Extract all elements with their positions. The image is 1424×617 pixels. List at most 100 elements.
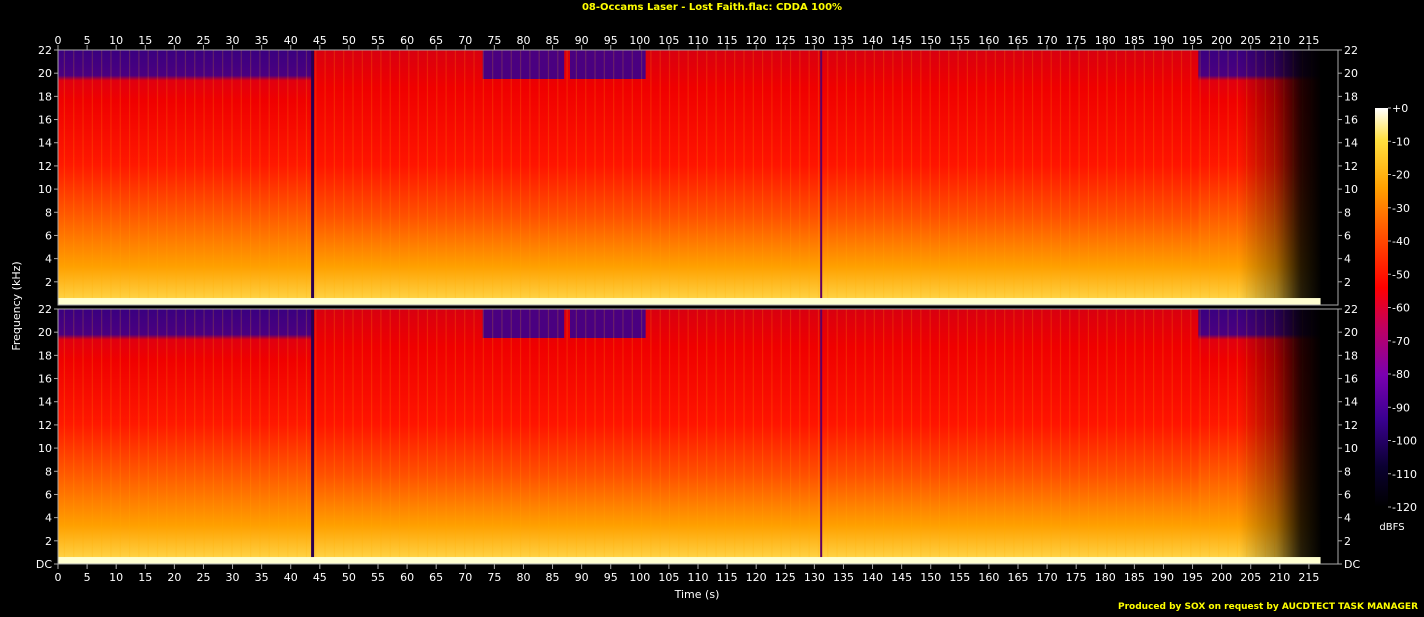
x-tick-label-bottom: 45 <box>313 571 327 584</box>
x-tick-label-bottom: 140 <box>862 571 883 584</box>
x-tick-label-bottom: 115 <box>717 571 738 584</box>
x-tick-label-bottom: 190 <box>1153 571 1174 584</box>
y-tick-label-left: DC <box>36 558 52 571</box>
colorbar-tick-label: -10 <box>1392 135 1410 148</box>
x-tick-label-top: 215 <box>1298 34 1319 47</box>
y-tick-label-left: 18 <box>38 349 52 362</box>
colorbar-tick-label: +0 <box>1392 102 1408 115</box>
y-tick-label-right: 12 <box>1344 419 1358 432</box>
x-tick-label-top: 150 <box>920 34 941 47</box>
x-tick-label-bottom: 150 <box>920 571 941 584</box>
x-tick-label-bottom: 90 <box>575 571 589 584</box>
chart-title: 08-Occams Laser - Lost Faith.flac: CDDA … <box>582 2 842 13</box>
y-tick-label-left: 4 <box>45 512 52 525</box>
y-tick-label-right: 22 <box>1344 44 1358 57</box>
x-tick-label-bottom: 100 <box>629 571 650 584</box>
footer-credit: Produced by SOX on request by AUCDTECT T… <box>1118 602 1418 612</box>
x-tick-label-top: 190 <box>1153 34 1174 47</box>
y-tick-label-right: 14 <box>1344 137 1358 150</box>
y-tick-label-left: 12 <box>38 419 52 432</box>
x-tick-label-bottom: 125 <box>775 571 796 584</box>
x-tick-label-top: 125 <box>775 34 796 47</box>
x-tick-label-top: 195 <box>1182 34 1203 47</box>
y-tick-label-right: 8 <box>1344 465 1351 478</box>
y-tick-label-left: 8 <box>45 206 52 219</box>
x-tick-label-bottom: 65 <box>429 571 443 584</box>
x-tick-label-top: 70 <box>458 34 472 47</box>
x-tick-label-top: 160 <box>978 34 999 47</box>
spectrogram-panel-left <box>57 49 1339 306</box>
y-tick-label-right: 16 <box>1344 373 1358 386</box>
x-tick-label-top: 155 <box>949 34 970 47</box>
y-tick-label-right: 10 <box>1344 183 1358 196</box>
y-tick-label-right: 6 <box>1344 488 1351 501</box>
colorbar: +0 -10 -20 -30 -40 -50 -60 -70 -80 -90 -100 -110 -12… <box>1375 102 1417 514</box>
y-tick-label-left: 14 <box>38 396 52 409</box>
y-tick-label-left: 2 <box>45 276 52 289</box>
x-tick-label-bottom: 20 <box>167 571 181 584</box>
x-tick-label-bottom: 15 <box>138 571 152 584</box>
y-tick-label-right: 20 <box>1344 326 1358 339</box>
x-tick-label-bottom: 160 <box>978 571 999 584</box>
x-tick-label-top: 110 <box>688 34 709 47</box>
x-tick-label-top: 50 <box>342 34 356 47</box>
y-tick-label-left: 4 <box>45 253 52 266</box>
colorbar-tick-label: -20 <box>1392 169 1410 182</box>
x-tick-label-top: 200 <box>1211 34 1232 47</box>
y-tick-label-right: 18 <box>1344 90 1358 103</box>
x-tick-label-bottom: 165 <box>1008 571 1029 584</box>
colorbar-tick-label: -80 <box>1392 368 1410 381</box>
y-tick-label-right: DC <box>1344 558 1360 571</box>
x-tick-label-bottom: 50 <box>342 571 356 584</box>
x-tick-label-bottom: 180 <box>1095 571 1116 584</box>
x-tick-label-bottom: 200 <box>1211 571 1232 584</box>
x-tick-label-bottom: 40 <box>284 571 298 584</box>
x-tick-label-top: 5 <box>84 34 91 47</box>
colorbar-tick-label: -90 <box>1392 401 1410 414</box>
x-tick-label-bottom: 75 <box>487 571 501 584</box>
x-tick-label-top: 210 <box>1269 34 1290 47</box>
y-tick-label-right: 22 <box>1344 303 1358 316</box>
x-tick-label-bottom: 5 <box>84 571 91 584</box>
x-tick-label-bottom: 35 <box>255 571 269 584</box>
x-tick-label-top: 25 <box>196 34 210 47</box>
spectrogram-panels <box>57 49 1339 565</box>
colorbar-tick-label: -40 <box>1392 235 1410 248</box>
y-tick-label-left: 12 <box>38 160 52 173</box>
y-tick-label-left: 20 <box>38 67 52 80</box>
x-tick-label-top: 140 <box>862 34 883 47</box>
y-tick-label-left: 22 <box>38 44 52 57</box>
y-tick-label-right: 8 <box>1344 206 1351 219</box>
x-tick-label-bottom: 205 <box>1240 571 1261 584</box>
x-tick-label-top: 135 <box>833 34 854 47</box>
x-tick-label-top: 165 <box>1008 34 1029 47</box>
x-tick-label-top: 60 <box>400 34 414 47</box>
x-tick-label-top: 120 <box>746 34 767 47</box>
colorbar-tick-label: -100 <box>1392 435 1417 448</box>
x-tick-label-bottom: 85 <box>546 571 560 584</box>
x-tick-label-bottom: 110 <box>688 571 709 584</box>
y-tick-label-right: 4 <box>1344 253 1351 266</box>
x-tick-label-bottom: 105 <box>658 571 679 584</box>
x-tick-label-bottom: 210 <box>1269 571 1290 584</box>
spectrogram-stage: 08-Occams Laser - Lost Faith.flac: CDDA … <box>0 0 1424 613</box>
x-tick-label-top: 175 <box>1066 34 1087 47</box>
x-tick-label-top: 170 <box>1037 34 1058 47</box>
colorbar-tick-label: -50 <box>1392 268 1410 281</box>
x-tick-label-bottom: 135 <box>833 571 854 584</box>
x-tick-label-bottom: 145 <box>891 571 912 584</box>
x-tick-label-bottom: 155 <box>949 571 970 584</box>
x-tick-label-top: 100 <box>629 34 650 47</box>
x-tick-label-bottom: 10 <box>109 571 123 584</box>
y-tick-label-left: 16 <box>38 114 52 127</box>
x-tick-label-top: 105 <box>658 34 679 47</box>
x-tick-label-top: 130 <box>804 34 825 47</box>
x-tick-label-top: 95 <box>604 34 618 47</box>
x-tick-label-top: 30 <box>226 34 240 47</box>
colorbar-tick-label: -30 <box>1392 202 1410 215</box>
colorbar-tick-label: -60 <box>1392 302 1410 315</box>
y-axis-label: Frequency (kHz) <box>10 261 23 350</box>
y-tick-label-left: 10 <box>38 183 52 196</box>
x-tick-label-top: 0 <box>55 34 62 47</box>
x-tick-label-top: 80 <box>516 34 530 47</box>
